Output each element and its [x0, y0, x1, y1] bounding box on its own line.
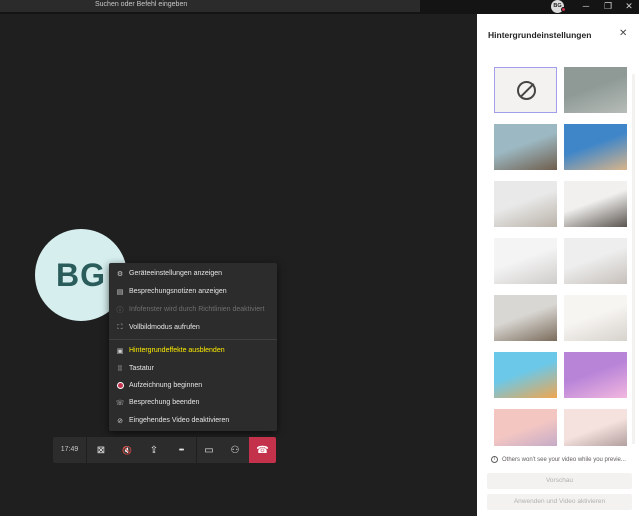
- camera-off-icon: ⊠: [96, 444, 106, 456]
- preview-button[interactable]: Vorschau: [487, 473, 632, 489]
- title-bar: Suchen oder Befehl eingeben BG ─ ❐ ✕: [0, 0, 639, 14]
- menu-item-label: Besprechungsnotizen anzeigen: [129, 288, 227, 295]
- menu-item-meeting-notes[interactable]: ▤ Besprechungsnotizen anzeigen: [109, 283, 277, 300]
- background-option-pastel-arch[interactable]: [494, 409, 557, 446]
- info-icon: ⓘ: [116, 306, 124, 314]
- menu-item-label: Aufzeichnung beginnen: [129, 382, 203, 389]
- background-option-white-room[interactable]: [494, 181, 557, 227]
- menu-item-fullscreen[interactable]: ⛶ Vollbildmodus aufrufen: [109, 319, 277, 336]
- keyboard-icon: ⠿: [117, 365, 123, 373]
- background-option-balloons-purple[interactable]: [494, 352, 557, 398]
- search-box[interactable]: Suchen oder Befehl eingeben: [0, 0, 420, 12]
- apply-video-button[interactable]: Anwenden und Video aktivieren: [487, 494, 632, 510]
- maximize-button[interactable]: ❐: [597, 0, 619, 13]
- menu-item-info-pane: ⓘ Infofenster wird durch Richtlinien dea…: [109, 301, 277, 318]
- background-option-none[interactable]: [494, 67, 557, 113]
- background-icon: ▣: [116, 347, 124, 355]
- menu-item-label: Vollbildmodus aufrufen: [129, 324, 200, 331]
- no-background-icon: [517, 81, 536, 100]
- mic-off-icon: 🔇: [122, 445, 132, 455]
- divider: [86, 437, 87, 463]
- more-icon: •••: [178, 446, 184, 454]
- menu-item-label: Geräteeinstellungen anzeigen: [129, 270, 223, 277]
- background-option-city-sky[interactable]: [564, 124, 627, 170]
- people-icon: ⚇: [230, 444, 240, 456]
- participants-button[interactable]: ⚇: [222, 437, 248, 463]
- menu-item-device-settings[interactable]: ⚙ Geräteeinstellungen anzeigen: [109, 265, 277, 282]
- info-icon: i: [491, 456, 498, 463]
- preview-info: i Others won't see your video while you …: [491, 456, 626, 463]
- background-option-loft-window[interactable]: [564, 181, 627, 227]
- menu-item-label: Infofenster wird durch Richtlinien deakt…: [129, 306, 265, 313]
- background-option-blur[interactable]: [564, 67, 627, 113]
- background-option-office-glass[interactable]: [494, 124, 557, 170]
- chat-button[interactable]: ▭: [196, 437, 222, 463]
- scrollbar[interactable]: [632, 74, 635, 444]
- minimize-button[interactable]: ─: [575, 0, 597, 13]
- record-icon: [116, 382, 124, 390]
- more-actions-menu: ⚙ Geräteeinstellungen anzeigen ▤ Besprec…: [109, 263, 277, 431]
- search-input[interactable]: Suchen oder Befehl eingeben: [95, 1, 187, 8]
- notes-icon: ▤: [116, 288, 124, 296]
- background-option-pink-curve[interactable]: [564, 409, 627, 446]
- mic-toggle-button[interactable]: 🔇: [114, 437, 140, 463]
- menu-item-keyboard[interactable]: ⠿ Tastatur: [109, 360, 277, 377]
- more-actions-button[interactable]: •••: [168, 437, 194, 463]
- close-window-button[interactable]: ✕: [618, 0, 639, 13]
- panel-title: Hintergrundeinstellungen: [488, 30, 592, 40]
- menu-item-label: Hintergrundeffekte ausblenden: [129, 347, 225, 354]
- camera-toggle-button[interactable]: ⊠: [88, 437, 114, 463]
- menu-item-label: Eingehendes Video deaktivieren: [129, 417, 230, 424]
- fullscreen-icon: ⛶: [117, 323, 123, 331]
- gear-icon: ⚙: [116, 270, 124, 278]
- menu-item-label: Besprechung beenden: [129, 399, 200, 406]
- video-off-icon: ⊘: [117, 417, 123, 425]
- share-screen-icon: ⇪: [149, 444, 159, 456]
- background-option-balloons-pink[interactable]: [564, 352, 627, 398]
- menu-item-hide-background-effects[interactable]: ▣ Hintergrundeffekte ausblenden: [109, 342, 277, 359]
- background-option-minimal-room[interactable]: [494, 238, 557, 284]
- share-button[interactable]: ⇪: [141, 437, 167, 463]
- menu-divider: [109, 339, 277, 340]
- teams-meeting-window: Suchen oder Befehl eingeben BG ─ ❐ ✕ BG …: [0, 0, 639, 516]
- status-badge: [561, 7, 566, 12]
- hangup-button[interactable]: ☎: [249, 437, 276, 463]
- chat-icon: ▭: [204, 444, 214, 456]
- hangup-icon: ☎: [256, 444, 269, 456]
- background-option-bright-corner[interactable]: [564, 295, 627, 341]
- close-panel-button[interactable]: ✕: [619, 28, 627, 39]
- background-option-office-desks[interactable]: [494, 295, 557, 341]
- call-controls: 17:49 ⊠ 🔇 ⇪ ••• ▭ ⚇ ☎: [53, 437, 276, 463]
- end-meeting-icon: ☏: [115, 399, 125, 407]
- call-duration: 17:49: [60, 446, 79, 453]
- background-option-gallery[interactable]: [564, 238, 627, 284]
- background-settings-panel: Hintergrundeinstellungen ✕ i Others won'…: [477, 14, 639, 516]
- menu-item-start-recording[interactable]: Aufzeichnung beginnen: [109, 377, 277, 394]
- menu-item-label: Tastatur: [129, 365, 154, 372]
- preview-info-text: Others won't see your video while you pr…: [502, 456, 626, 463]
- menu-item-end-meeting[interactable]: ☏ Besprechung beenden: [109, 394, 277, 411]
- menu-item-disable-incoming-video[interactable]: ⊘ Eingehendes Video deaktivieren: [109, 412, 277, 429]
- background-gallery: [477, 66, 639, 446]
